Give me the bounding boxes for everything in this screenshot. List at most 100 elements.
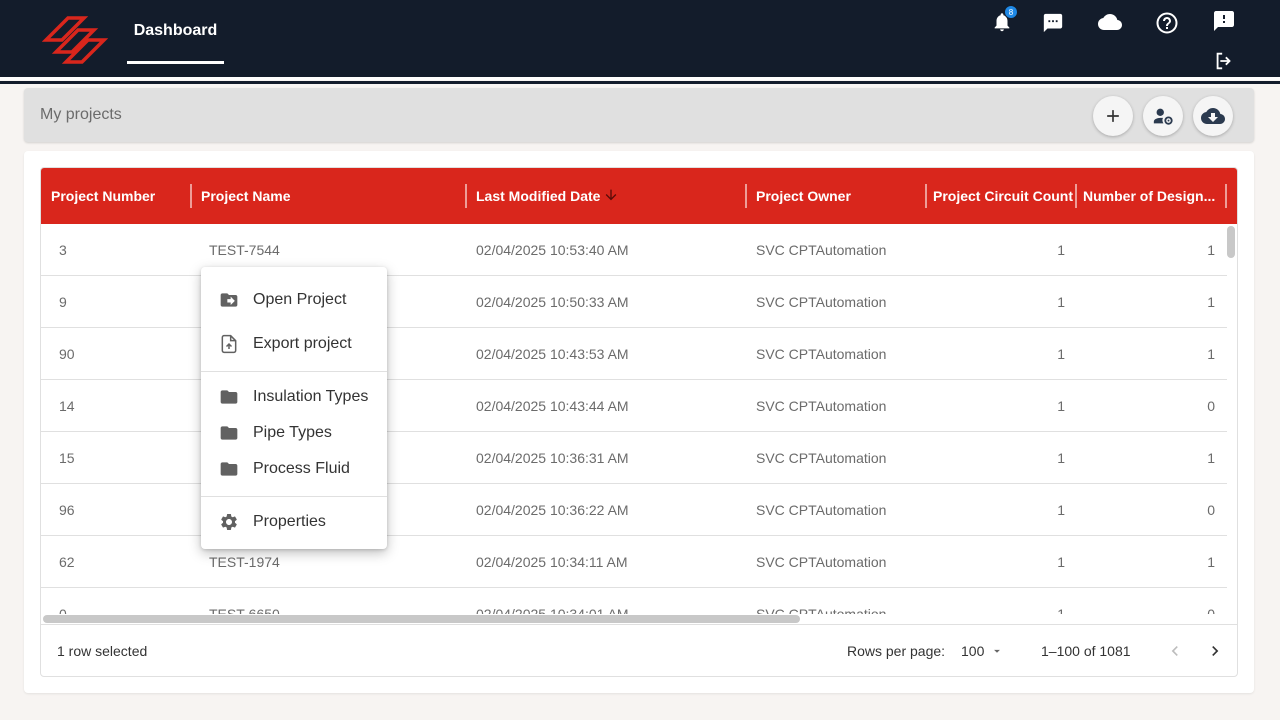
cell-circuit-count: 1: [1057, 346, 1065, 362]
folder-icon: [220, 426, 238, 440]
menu-item-label: Properties: [253, 513, 326, 530]
pagination-range: 1–100 of 1081: [1041, 643, 1131, 659]
cell-last-modified: 02/04/2025 10:43:44 AM: [476, 398, 629, 414]
user-settings-icon: [1153, 108, 1173, 125]
add-project-button[interactable]: [1093, 96, 1133, 136]
cell-last-modified: 02/04/2025 10:50:33 AM: [476, 294, 629, 310]
cell-project-owner: SVC CPTAutomation: [756, 450, 887, 466]
sort-descending-icon[interactable]: [603, 168, 623, 223]
cell-number-of-designs: 1: [1207, 294, 1215, 310]
column-separator[interactable]: [745, 184, 747, 208]
cell-number-of-designs: 1: [1207, 554, 1215, 570]
menu-item-label: Export project: [253, 335, 352, 352]
column-separator[interactable]: [1075, 184, 1077, 208]
folder-open-arrow-icon: [220, 293, 238, 307]
cell-project-owner: SVC CPTAutomation: [756, 606, 887, 614]
table-header: Project Number Project Name Last Modifie…: [41, 168, 1237, 224]
table-footer: 1 row selected Rows per page: 100 1–100 …: [41, 624, 1237, 676]
cell-number-of-designs: 1: [1207, 242, 1215, 258]
menu-item-pipe-types[interactable]: Pipe Types: [201, 415, 387, 451]
cell-last-modified: 02/04/2025 10:36:22 AM: [476, 502, 629, 518]
cell-number-of-designs: 0: [1207, 398, 1215, 414]
cloud-download-icon: [1201, 108, 1225, 124]
previous-page-button[interactable]: [1165, 625, 1185, 676]
cell-project-owner: SVC CPTAutomation: [756, 398, 887, 414]
chevron-down-icon: [994, 649, 1001, 653]
cell-last-modified: 02/04/2025 10:53:40 AM: [476, 242, 629, 258]
cell-project-name: TEST-6650: [209, 606, 280, 614]
logout-icon[interactable]: [1211, 48, 1237, 74]
cell-project-number: 96: [59, 502, 75, 518]
notification-count-badge: 8: [1004, 5, 1018, 19]
rows-per-page-value: 100: [961, 643, 985, 659]
selection-count: 1 row selected: [57, 643, 148, 659]
manage-users-button[interactable]: [1143, 96, 1183, 136]
feedback-icon[interactable]: [1211, 8, 1237, 34]
column-header-project-number[interactable]: Project Number: [51, 168, 191, 224]
cell-circuit-count: 1: [1057, 398, 1065, 414]
horizontal-scrollbar[interactable]: [41, 614, 1227, 624]
column-separator[interactable]: [465, 184, 467, 208]
menu-item-insulation-types[interactable]: Insulation Types: [201, 379, 387, 415]
menu-item-properties[interactable]: Properties: [201, 504, 387, 540]
cell-project-number: 14: [59, 398, 75, 414]
table-row[interactable]: 0 TEST-6650 02/04/2025 10:34:01 AM SVC C…: [41, 588, 1227, 614]
projects-header: My projects: [24, 88, 1254, 142]
menu-divider: [201, 371, 387, 372]
help-icon[interactable]: [1154, 10, 1180, 36]
cell-last-modified: 02/04/2025 10:36:31 AM: [476, 450, 629, 466]
column-header-project-owner[interactable]: Project Owner: [756, 168, 916, 224]
plus-icon: [1107, 110, 1119, 122]
cell-number-of-designs: 0: [1207, 606, 1215, 614]
column-header-project-name[interactable]: Project Name: [201, 168, 461, 224]
column-header-project-circuit-count[interactable]: Project Circuit Count: [933, 168, 1075, 224]
column-header-number-of-designs[interactable]: Number of Design...: [1083, 168, 1215, 224]
menu-item-open-project[interactable]: Open Project: [201, 282, 387, 318]
rows-per-page-label: Rows per page:: [847, 643, 946, 659]
next-page-button[interactable]: [1205, 625, 1225, 676]
file-upload-icon: [221, 334, 237, 354]
top-app-bar: Dashboard 8: [0, 0, 1280, 84]
cell-circuit-count: 1: [1057, 450, 1065, 466]
cloud-icon[interactable]: [1097, 9, 1123, 35]
cell-project-owner: SVC CPTAutomation: [756, 242, 887, 258]
column-separator[interactable]: [1225, 184, 1227, 208]
menu-item-process-fluid[interactable]: Process Fluid: [201, 451, 387, 487]
column-separator[interactable]: [925, 184, 927, 208]
cell-project-owner: SVC CPTAutomation: [756, 294, 887, 310]
cell-project-owner: SVC CPTAutomation: [756, 554, 887, 570]
company-logo[interactable]: [41, 14, 109, 64]
cell-last-modified: 02/04/2025 10:34:01 AM: [476, 606, 629, 614]
gear-icon: [221, 514, 237, 530]
cell-project-number: 90: [59, 346, 75, 362]
cell-last-modified: 02/04/2025 10:34:11 AM: [476, 554, 628, 570]
project-context-menu: Open Project Export project Insulation T…: [201, 267, 387, 549]
rows-per-page-select[interactable]: 100: [961, 625, 1007, 676]
cell-project-number: 0: [59, 606, 67, 614]
vertical-scrollbar[interactable]: [1227, 226, 1235, 616]
column-separator[interactable]: [190, 184, 192, 208]
cell-project-number: 9: [59, 294, 67, 310]
cell-circuit-count: 1: [1057, 502, 1065, 518]
menu-item-label: Insulation Types: [253, 388, 369, 405]
menu-item-label: Open Project: [253, 291, 347, 308]
chevron-left-icon: [1171, 646, 1178, 656]
cell-project-number: 15: [59, 450, 75, 466]
notifications-bell-icon[interactable]: 8: [989, 5, 1018, 35]
column-header-last-modified-date[interactable]: Last Modified Date: [476, 168, 601, 224]
cell-project-owner: SVC CPTAutomation: [756, 346, 887, 362]
page-title: My projects: [40, 106, 122, 123]
cell-last-modified: 02/04/2025 10:43:53 AM: [476, 346, 629, 362]
cell-number-of-designs: 1: [1207, 346, 1215, 362]
menu-item-label: Pipe Types: [253, 424, 332, 441]
cell-circuit-count: 1: [1057, 294, 1065, 310]
menu-divider: [201, 496, 387, 497]
chat-icon[interactable]: [1040, 10, 1066, 36]
cell-project-number: 62: [59, 554, 75, 570]
menu-item-label: Process Fluid: [253, 460, 350, 477]
cloud-download-button[interactable]: [1193, 96, 1233, 136]
cell-circuit-count: 1: [1057, 242, 1065, 258]
cell-project-number: 3: [59, 242, 67, 258]
tab-dashboard[interactable]: Dashboard: [127, 0, 224, 64]
menu-item-export-project[interactable]: Export project: [201, 326, 387, 362]
